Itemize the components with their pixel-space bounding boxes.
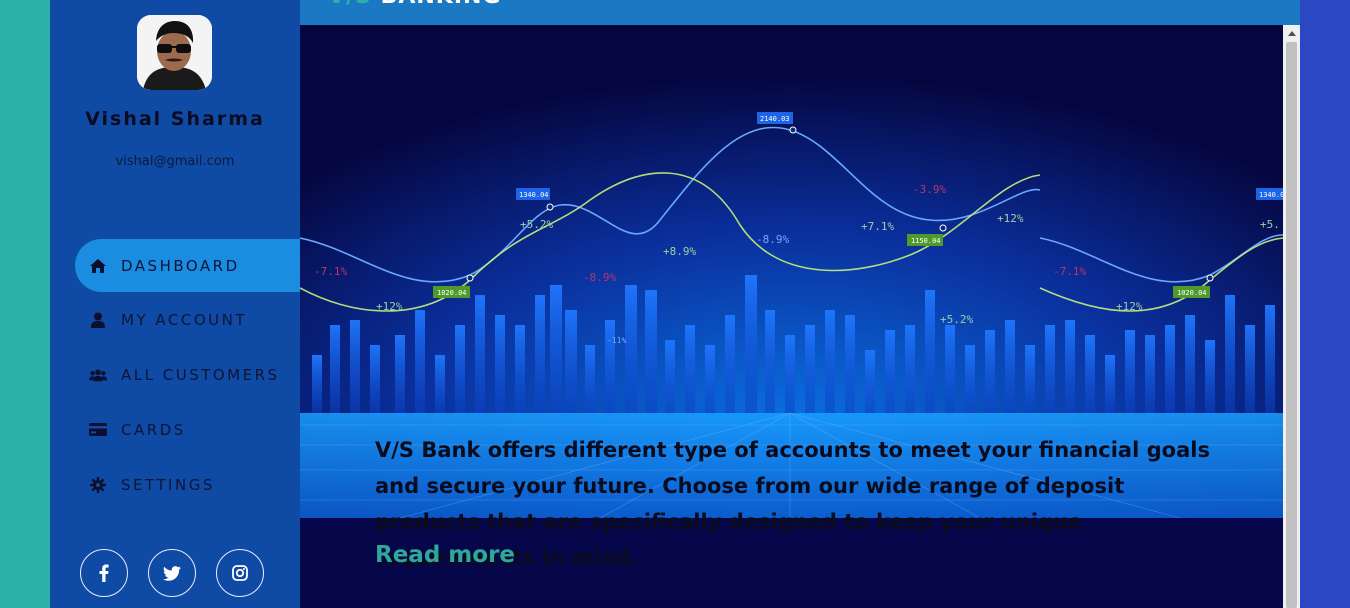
- sidebar-item-my-account[interactable]: MY ACCOUNT: [75, 292, 300, 347]
- home-icon: [89, 257, 107, 275]
- svg-text:+5.2%: +5.2%: [940, 313, 973, 326]
- svg-text:+5.2%: +5.2%: [520, 218, 553, 231]
- user-icon: [89, 311, 107, 329]
- twitter-icon: [163, 565, 181, 581]
- svg-text:-8.9%: -8.9%: [583, 271, 616, 284]
- twitter-button[interactable]: [148, 549, 196, 597]
- svg-text:1340.0: 1340.0: [1259, 191, 1283, 199]
- sidebar-item-cards[interactable]: CARDS: [75, 402, 300, 457]
- svg-text:2140.03: 2140.03: [760, 115, 790, 123]
- avatar: [137, 15, 212, 90]
- user-email: vishal@gmail.com: [115, 154, 235, 169]
- sidebar-item-label: MY ACCOUNT: [121, 310, 247, 329]
- sidebar-nav: DASHBOARD MY ACCOUNT ALL CUSTOMERS CARDS: [75, 239, 300, 512]
- right-edge-strip: [1300, 0, 1350, 608]
- svg-text:-7.1%: -7.1%: [314, 265, 347, 278]
- svg-text:1340.04: 1340.04: [519, 191, 549, 199]
- gear-icon: [89, 476, 107, 494]
- svg-text:-7.1%: -7.1%: [1053, 265, 1086, 278]
- sidebar-item-settings[interactable]: SETTINGS: [75, 457, 300, 512]
- sidebar-item-label: CARDS: [121, 420, 186, 439]
- read-more-link[interactable]: Read more: [375, 542, 515, 568]
- svg-text:+12%: +12%: [1116, 300, 1143, 313]
- social-links: [80, 549, 264, 597]
- facebook-button[interactable]: [80, 549, 128, 597]
- card-icon: [89, 421, 107, 439]
- sidebar: Vishal Sharma vishal@gmail.com DASHBOARD…: [50, 0, 300, 608]
- user-name: Vishal Sharma: [85, 108, 265, 130]
- sidebar-item-label: ALL CUSTOMERS: [121, 365, 280, 384]
- users-icon: [89, 366, 107, 384]
- svg-text:1020.04: 1020.04: [437, 289, 467, 297]
- svg-text:-11%: -11%: [607, 336, 626, 345]
- svg-text:+8.9%: +8.9%: [663, 245, 696, 258]
- svg-text:+12%: +12%: [997, 212, 1024, 225]
- sidebar-item-dashboard[interactable]: DASHBOARD: [75, 239, 300, 292]
- svg-text:1150.04: 1150.04: [911, 237, 941, 245]
- facebook-icon: [99, 564, 109, 582]
- instagram-icon: [232, 565, 248, 581]
- vertical-scrollbar[interactable]: [1283, 25, 1300, 608]
- top-bar: V/S BANKING: [300, 0, 1300, 25]
- sidebar-item-label: DASHBOARD: [121, 256, 240, 275]
- svg-text:+7.1%: +7.1%: [861, 220, 894, 233]
- main-content: V/S BANKING: [300, 0, 1300, 608]
- svg-text:-8.9%: -8.9%: [756, 233, 789, 246]
- hero-banner: 1340.04 2140.03 1020.04 1150.04 1340.0 1…: [300, 25, 1284, 608]
- app-window: Vishal Sharma vishal@gmail.com DASHBOARD…: [50, 0, 1300, 608]
- scroll-up-arrow-icon[interactable]: [1283, 25, 1300, 42]
- brand-logo[interactable]: V/S BANKING: [328, 0, 502, 9]
- instagram-button[interactable]: [216, 549, 264, 597]
- svg-text:+5.: +5.: [1260, 218, 1280, 231]
- svg-text:1020.04: 1020.04: [1177, 289, 1207, 297]
- sidebar-item-all-customers[interactable]: ALL CUSTOMERS: [75, 347, 300, 402]
- svg-text:-3.9%: -3.9%: [913, 183, 946, 196]
- sidebar-item-label: SETTINGS: [121, 475, 215, 494]
- svg-text:+12%: +12%: [376, 300, 403, 313]
- scrollbar-thumb[interactable]: [1286, 42, 1297, 608]
